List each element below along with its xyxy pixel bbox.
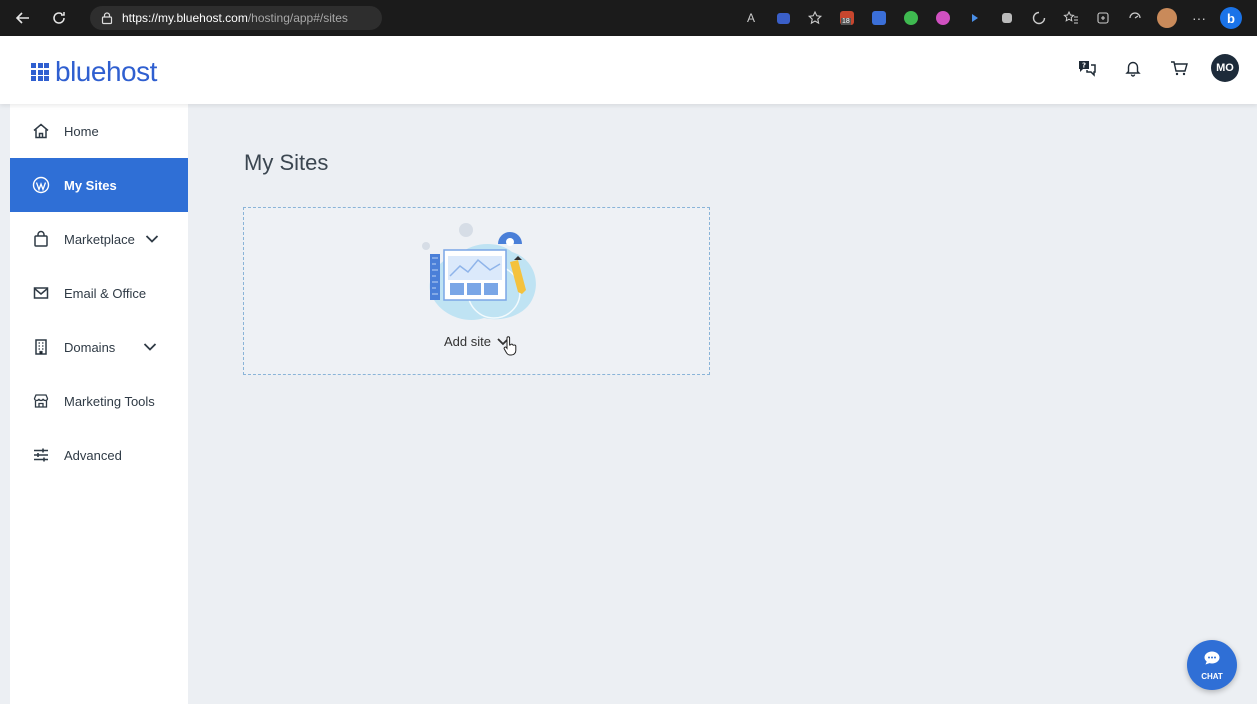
sidebar-item-label: Marketing Tools — [64, 393, 155, 409]
sidebar-item-email-office[interactable]: Email & Office — [10, 266, 188, 320]
storefront-icon — [32, 392, 50, 410]
add-site-card[interactable]: Add site — [243, 207, 710, 375]
sidebar-item-label: Home — [64, 123, 99, 139]
sidebar-item-label: My Sites — [64, 177, 117, 193]
refresh-icon[interactable] — [50, 9, 68, 27]
read-aloud-icon[interactable]: A — [735, 6, 767, 30]
more-options-icon[interactable]: ··· — [1183, 6, 1215, 30]
sidebar: Home My Sites Marketplace Email & Office… — [10, 104, 188, 704]
colorful-extension-icon[interactable] — [895, 6, 927, 30]
hd-icon[interactable] — [767, 6, 799, 30]
url-host: https://my.bluehost.com — [122, 11, 248, 25]
extension-badge-count: 18 — [841, 18, 851, 25]
url-path: /hosting/app#/sites — [247, 11, 348, 25]
chevron-down-icon[interactable] — [145, 234, 159, 244]
add-site-label: Add site — [444, 334, 491, 349]
collections-icon[interactable] — [1087, 6, 1119, 30]
wordpress-icon — [32, 176, 50, 194]
sidebar-item-label: Domains — [64, 339, 116, 355]
app-header: bluehost ? MO — [0, 36, 1257, 104]
page-title: My Sites — [244, 150, 329, 175]
chat-label: CHAT — [1201, 671, 1223, 681]
building-icon — [32, 338, 50, 356]
add-site-illustration-icon — [414, 220, 544, 330]
bag-icon — [32, 230, 50, 248]
favorites-icon[interactable] — [1055, 6, 1087, 30]
profile-avatar-icon[interactable] — [1151, 6, 1183, 30]
sidebar-item-marketplace[interactable]: Marketplace — [10, 212, 188, 266]
sidebar-item-marketing-tools[interactable]: Marketing Tools — [10, 374, 188, 428]
bell-icon[interactable] — [1119, 54, 1147, 82]
chat-bubble-icon — [1203, 650, 1221, 671]
puzzle-extension-icon[interactable] — [991, 6, 1023, 30]
performance-icon[interactable] — [1119, 6, 1151, 30]
copilot-extension-icon[interactable] — [1023, 6, 1055, 30]
back-icon[interactable] — [14, 9, 32, 27]
sidebar-item-advanced[interactable]: Advanced — [10, 428, 188, 482]
user-avatar[interactable]: MO — [1211, 54, 1239, 82]
sidebar-item-label: Email & Office — [64, 285, 147, 301]
help-chat-icon[interactable]: ? — [1073, 54, 1101, 82]
extension-badge-icon[interactable]: 18 — [831, 6, 863, 30]
chat-button[interactable]: CHAT — [1187, 640, 1237, 690]
header-actions: ? MO — [1073, 54, 1239, 82]
hand-cursor-icon — [502, 336, 518, 356]
address-bar[interactable]: https://my.bluehost.com/hosting/app#/sit… — [90, 6, 382, 30]
lock-icon — [100, 11, 114, 25]
logo-grid-icon — [31, 63, 49, 81]
browser-extensions: A 18 ··· b — [735, 6, 1247, 30]
sidebar-item-label: Advanced — [64, 447, 122, 463]
sidebar-item-domains[interactable]: Domains — [10, 320, 188, 374]
pink-extension-icon[interactable] — [927, 6, 959, 30]
svg-text:?: ? — [1082, 62, 1086, 70]
cart-icon[interactable] — [1165, 54, 1193, 82]
bluehost-logo[interactable]: bluehost — [31, 56, 157, 88]
mail-icon — [32, 284, 50, 302]
favorite-add-icon[interactable] — [799, 6, 831, 30]
sidebar-item-label: Marketplace — [64, 231, 135, 247]
logo-text: bluehost — [55, 56, 157, 87]
sliders-icon — [32, 446, 50, 464]
sidebar-item-my-sites[interactable]: My Sites — [10, 158, 188, 212]
home-icon — [32, 122, 50, 140]
shield-extension-icon[interactable] — [863, 6, 895, 30]
sidebar-item-home[interactable]: Home — [10, 104, 188, 158]
chevron-down-icon[interactable] — [143, 342, 157, 352]
arrow-extension-icon[interactable] — [959, 6, 991, 30]
browser-toolbar: https://my.bluehost.com/hosting/app#/sit… — [0, 0, 1257, 36]
bing-icon[interactable]: b — [1215, 6, 1247, 30]
add-site-button[interactable]: Add site — [244, 334, 709, 349]
